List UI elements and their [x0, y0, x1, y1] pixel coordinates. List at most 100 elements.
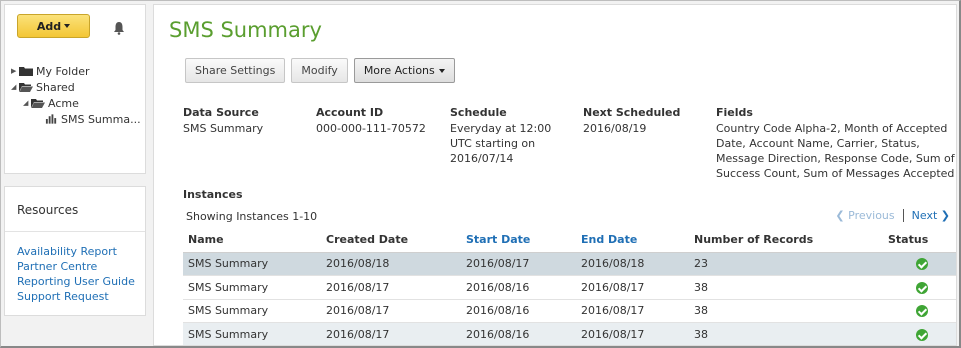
success-check-icon	[916, 328, 928, 341]
success-check-icon	[916, 305, 928, 318]
success-check-icon	[916, 258, 928, 271]
cell-records: 38	[689, 275, 883, 300]
folder-tree: ▶ My Folder ◢ Shared ◢ Acme SMS Summa...	[11, 63, 141, 127]
page-title: SMS Summary	[169, 18, 322, 42]
cell-name: SMS Summary	[183, 322, 321, 345]
previous-page-button[interactable]: ❮ Previous	[835, 209, 894, 222]
tree-item-acme[interactable]: ◢ Acme	[11, 95, 141, 111]
cell-records: 23	[689, 252, 883, 276]
more-actions-label: More Actions	[363, 64, 435, 77]
column-header-end-date[interactable]: End Date	[576, 228, 689, 253]
table-row[interactable]: SMS Summary 2016/08/18 2016/08/17 2016/0…	[183, 252, 956, 276]
reporting-user-guide-link[interactable]: Reporting User Guide	[17, 275, 135, 290]
partner-centre-link[interactable]: Partner Centre	[17, 260, 135, 275]
collapse-arrow-icon[interactable]: ◢	[11, 83, 19, 91]
divider	[902, 209, 904, 222]
fields-line: Success Count, Sum of Messages Accepted	[716, 167, 955, 180]
cell-status	[883, 275, 956, 300]
schedule-line: UTC starting on	[450, 137, 536, 150]
availability-report-link[interactable]: Availability Report	[17, 245, 135, 260]
cell-created-date: 2016/08/17	[321, 322, 461, 345]
column-header-number-of-records: Number of Records	[689, 228, 883, 253]
next-page-button[interactable]: Next ❯	[912, 209, 950, 222]
cell-end-date: 2016/08/17	[576, 299, 689, 323]
folder-open-icon	[31, 99, 45, 108]
tree-item-shared[interactable]: ◢ Shared	[11, 79, 141, 95]
support-request-link[interactable]: Support Request	[17, 290, 135, 305]
fields-line: Date, Account Name, Carrier, Status,	[716, 137, 920, 150]
cell-start-date: 2016/08/16	[461, 299, 576, 323]
cell-created-date: 2016/08/17	[321, 299, 461, 323]
cell-records: 38	[689, 322, 883, 345]
caret-down-icon	[438, 68, 445, 73]
schedule-line: Everyday at 12:00	[450, 122, 552, 135]
cell-end-date: 2016/08/17	[576, 275, 689, 300]
fields-line: Message Direction, Response Code, Sum of	[716, 152, 955, 165]
bell-icon[interactable]	[112, 21, 126, 35]
schedule-section: Schedule Everyday at 12:00 UTC starting …	[450, 106, 551, 166]
share-settings-button[interactable]: Share Settings	[185, 58, 286, 83]
caret-down-icon	[64, 24, 71, 28]
folder-open-icon	[19, 83, 33, 92]
cell-end-date: 2016/08/17	[576, 322, 689, 345]
tree-item-my-folder[interactable]: ▶ My Folder	[11, 63, 141, 79]
previous-label: Previous	[848, 209, 895, 222]
fields-line: Country Code Alpha-2, Month of Accepted	[716, 122, 948, 135]
next-label: Next	[911, 209, 938, 222]
next-scheduled-value: 2016/08/19	[583, 122, 647, 135]
data-source-label: Data Source	[183, 106, 259, 119]
pagination: ❮ Previous Next ❯	[835, 209, 950, 222]
fields-section: Fields Country Code Alpha-2, Month of Ac…	[716, 106, 956, 181]
toolbar: Share Settings Modify More Actions	[185, 58, 455, 83]
tree-item-label: My Folder	[36, 64, 90, 78]
column-header-name: Name	[183, 228, 321, 253]
tree-item-label: Shared	[36, 80, 75, 94]
expand-arrow-icon[interactable]: ▶	[11, 67, 19, 75]
divider	[5, 231, 145, 232]
data-source-section: Data Source SMS Summary	[183, 106, 263, 136]
resources-links: Availability Report Partner Centre Repor…	[17, 245, 135, 305]
cell-created-date: 2016/08/18	[321, 252, 461, 276]
table-row[interactable]: SMS Summary 2016/08/17 2016/08/16 2016/0…	[183, 299, 956, 323]
add-button-label: Add	[36, 19, 62, 33]
account-id-label: Account ID	[316, 106, 384, 119]
next-scheduled-label: Next Scheduled	[583, 106, 681, 119]
main-panel: SMS Summary Share Settings Modify More A…	[153, 4, 957, 346]
modify-button[interactable]: Modify	[291, 58, 348, 83]
data-source-value: SMS Summary	[183, 122, 264, 135]
cell-start-date: 2016/08/17	[461, 252, 576, 276]
more-actions-button[interactable]: More Actions	[353, 58, 455, 83]
folder-icon	[19, 67, 33, 76]
cell-end-date: 2016/08/18	[576, 252, 689, 276]
table-header-row: Name Created Date Start Date End Date Nu…	[183, 228, 956, 253]
cell-status	[883, 252, 956, 276]
bar-chart-icon	[45, 114, 57, 124]
cell-status	[883, 299, 956, 323]
resources-title: Resources	[17, 203, 79, 217]
cell-status	[883, 322, 956, 345]
column-header-start-date[interactable]: Start Date	[461, 228, 576, 253]
table-row[interactable]: SMS Summary 2016/08/17 2016/08/16 2016/0…	[183, 322, 956, 345]
fields-label: Fields	[716, 106, 753, 119]
account-id-section: Account ID 000-000-111-70572	[316, 106, 426, 136]
next-scheduled-section: Next Scheduled 2016/08/19	[583, 106, 680, 136]
sidebar-navigation-panel: Add ▶ My Folder ◢ Shared ◢ Acme SMS Summ…	[4, 4, 146, 174]
column-header-created-date: Created Date	[321, 228, 461, 253]
collapse-arrow-icon[interactable]: ◢	[23, 99, 31, 107]
success-check-icon	[916, 281, 928, 294]
tree-item-label: SMS Summa...	[61, 112, 141, 126]
cell-start-date: 2016/08/16	[461, 275, 576, 300]
sidebar: Add ▶ My Folder ◢ Shared ◢ Acme SMS Summ…	[4, 4, 146, 344]
schedule-label: Schedule	[450, 106, 507, 119]
instances-table: Name Created Date Start Date End Date Nu…	[183, 228, 956, 345]
cell-start-date: 2016/08/16	[461, 322, 576, 345]
resources-panel: Resources Availability Report Partner Ce…	[4, 186, 146, 316]
tree-item-sms-summary[interactable]: SMS Summa...	[11, 111, 141, 127]
cell-created-date: 2016/08/17	[321, 275, 461, 300]
cell-records: 38	[689, 299, 883, 323]
instances-title: Instances	[183, 188, 243, 201]
table-row[interactable]: SMS Summary 2016/08/17 2016/08/16 2016/0…	[183, 275, 956, 300]
cell-name: SMS Summary	[183, 299, 321, 323]
add-button[interactable]: Add	[17, 14, 90, 38]
account-id-value: 000-000-111-70572	[316, 122, 426, 135]
